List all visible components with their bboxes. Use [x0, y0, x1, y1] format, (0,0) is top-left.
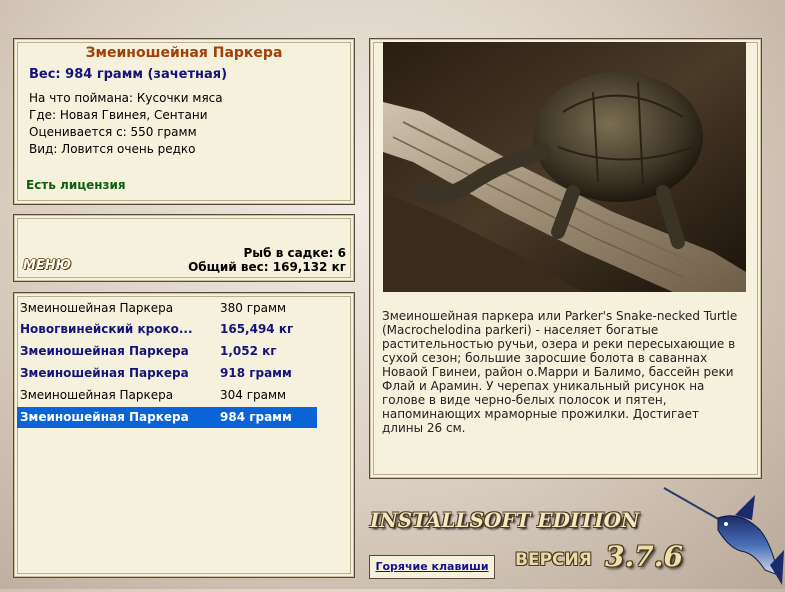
version-label: ВЕРСИЯ	[515, 550, 592, 570]
cage-panel: МЕНЮ Рыб в садке: 6 Общий вес: 169,132 к…	[13, 214, 355, 282]
list-item[interactable]: Змеиношейная Паркера 304 грамм	[17, 385, 317, 406]
catch-weight: 304 грамм	[220, 388, 287, 402]
hotkeys-link[interactable]: Горячие клавиши	[369, 555, 495, 579]
catch-name: Змеиношейная Паркера	[20, 301, 174, 315]
catch-name: Новогвинейский кроко...	[20, 322, 193, 336]
catch-name: Змеиношейная Паркера	[20, 366, 189, 380]
edition-logo: INSTALLSOFT EDITION	[370, 508, 640, 532]
list-item[interactable]: Змеиношейная Паркера 918 грамм	[17, 363, 317, 384]
list-item-selected[interactable]: Змеиношейная Паркера 984 грамм	[17, 407, 317, 428]
fish-weight: Вес: 984 грамм (зачетная)	[29, 67, 228, 82]
marlin-logo-icon	[660, 480, 785, 589]
catch-name: Змеиношейная Паркера	[20, 344, 189, 358]
fish-info-panel: Змеиношейная Паркера Вес: 984 грамм (зач…	[13, 38, 355, 205]
list-item[interactable]: Змеиношейная Паркера 380 грамм	[17, 298, 317, 319]
rating-line: Оценивается с: 550 грамм	[29, 125, 197, 139]
total-weight: Общий вес: 169,132 кг	[188, 260, 346, 274]
list-item[interactable]: Змеиношейная Паркера 1,052 кг	[17, 341, 317, 362]
catch-name: Змеиношейная Паркера	[20, 388, 174, 402]
turtle-photo	[383, 42, 746, 292]
rarity-line: Вид: Ловится очень редко	[29, 142, 196, 156]
location-line: Где: Новая Гвинея, Сентани	[29, 108, 208, 122]
cage-stats: Рыб в садке: 6 Общий вес: 169,132 кг	[188, 246, 346, 274]
fish-title: Змеиношейная Паркера	[85, 45, 283, 61]
catch-weight: 984 грамм	[220, 410, 292, 424]
catch-weight: 380 грамм	[220, 301, 287, 315]
species-panel: Змеиношейная паркера или Parker's Snake-…	[369, 38, 762, 479]
fish-details: На что поймана: Кусочки мяса Где: Новая …	[29, 90, 223, 158]
license-status: Есть лицензия	[26, 178, 126, 192]
menu-button[interactable]: МЕНЮ	[23, 258, 71, 273]
species-description: Змеиношейная паркера или Parker's Snake-…	[382, 309, 738, 435]
catch-name: Змеиношейная Паркера	[20, 410, 189, 424]
bait-line: На что поймана: Кусочки мяса	[29, 91, 223, 105]
list-item[interactable]: Новогвинейский кроко... 165,494 кг	[17, 319, 317, 340]
catch-list[interactable]: Змеиношейная Паркера 380 грамм Новогвине…	[13, 292, 355, 578]
catch-weight: 165,494 кг	[220, 322, 294, 336]
fish-count: Рыб в садке: 6	[243, 246, 347, 260]
catch-weight: 918 грамм	[220, 366, 292, 380]
catch-weight: 1,052 кг	[220, 344, 277, 358]
